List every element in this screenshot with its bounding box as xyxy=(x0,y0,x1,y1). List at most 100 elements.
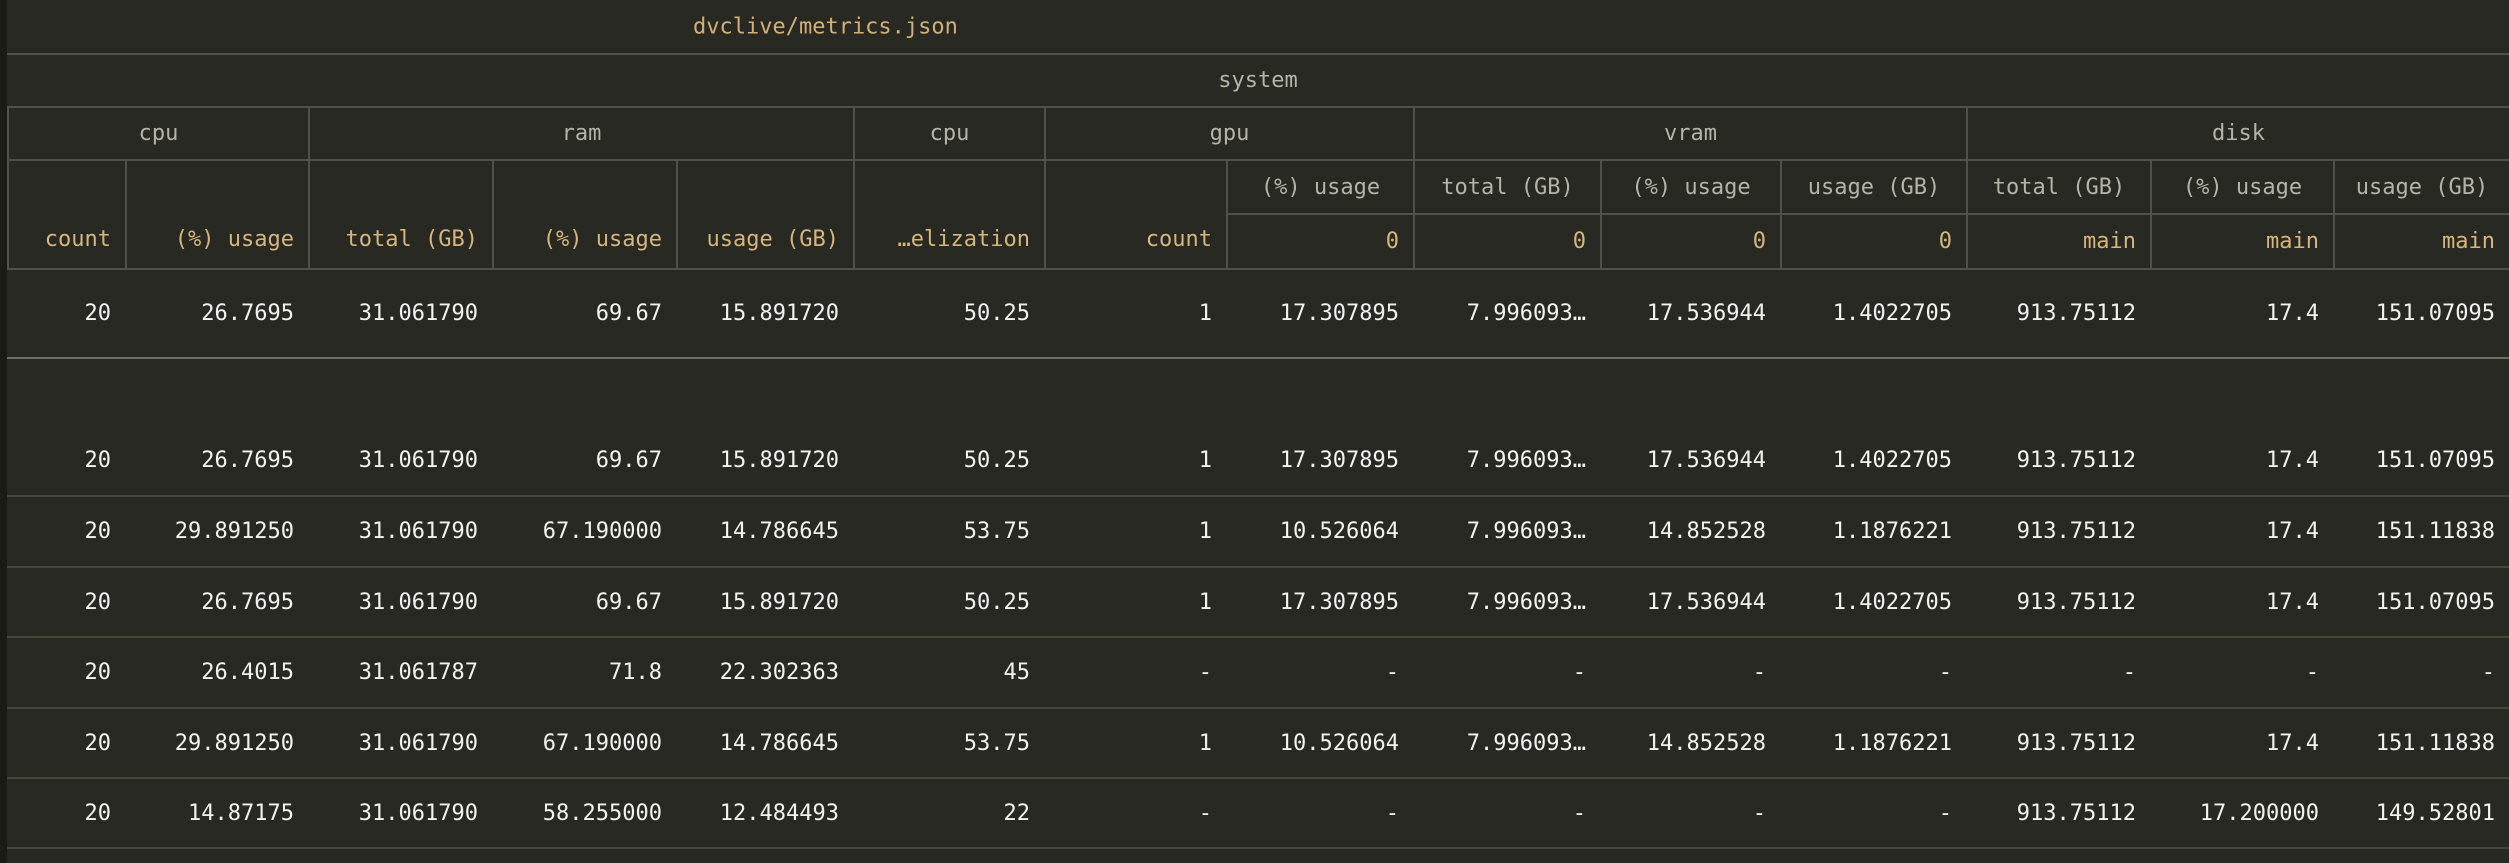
cell: 31.061790 xyxy=(308,779,492,847)
cell: 17.4 xyxy=(2150,270,2333,357)
cell: 53.75 xyxy=(853,497,1044,566)
cell: 1.4022705 xyxy=(1780,270,1966,357)
cell: 31.061790 xyxy=(308,709,492,777)
cell: 913.75112 xyxy=(1966,426,2150,495)
column-header-group: usage (GB) 0 xyxy=(1780,161,1966,268)
cell: 20 xyxy=(7,497,125,566)
cell: 913.75112 xyxy=(1966,709,2150,777)
cell: 20 xyxy=(7,709,125,777)
column-header-mid: (%) usage xyxy=(1228,161,1413,215)
table-content: dvclive/metrics.json system cpu ram cpu … xyxy=(7,0,2509,863)
column-header-leaf: 0 xyxy=(1782,215,1966,268)
cell: 26.4015 xyxy=(125,638,308,707)
cell: 17.536944 xyxy=(1600,568,1780,636)
column-header: usage (GB) xyxy=(676,161,853,268)
cell: - xyxy=(2333,638,2509,707)
cell: 1 xyxy=(1044,709,1226,777)
cell: - xyxy=(1780,779,1966,847)
cell: 913.75112 xyxy=(1966,497,2150,566)
cell: 20 xyxy=(7,426,125,495)
cell: 69.67 xyxy=(492,270,676,357)
cell: 31.061790 xyxy=(308,426,492,495)
column-header-group: (%) usage 0 xyxy=(1226,161,1413,268)
cell: 151.11838 xyxy=(2333,497,2509,566)
terminal-metrics-table: dvclive/metrics.json system cpu ram cpu … xyxy=(0,0,2509,863)
group-header-vram: vram xyxy=(1413,108,1966,159)
cell: - xyxy=(1413,779,1600,847)
cell: 1 xyxy=(1044,497,1226,566)
cell: 29.891250 xyxy=(125,709,308,777)
cell: 50.25 xyxy=(853,426,1044,495)
group-header-gpu: gpu xyxy=(1044,108,1413,159)
cell: 45 xyxy=(853,638,1044,707)
cell: 15.891720 xyxy=(676,568,853,636)
table-row: 20 26.7695 31.061790 69.67 15.891720 50.… xyxy=(7,568,2509,638)
table-row: 20 29.891250 31.061790 67.190000 14.7866… xyxy=(7,709,2509,779)
cell: 1.4022705 xyxy=(1780,426,1966,495)
cell: 1.4022705 xyxy=(1780,568,1966,636)
cell: 17.200000 xyxy=(2150,779,2333,847)
table-row-empty xyxy=(7,359,2509,426)
cell: 17.307895 xyxy=(1226,426,1413,495)
cell: 20 xyxy=(7,779,125,847)
cell: - xyxy=(1226,638,1413,707)
cell: 7.996093… xyxy=(1413,426,1600,495)
column-header: …elization xyxy=(853,161,1044,268)
cell: 17.536944 xyxy=(1600,270,1780,357)
cell: 14.786645 xyxy=(676,497,853,566)
cell: 14.786645 xyxy=(676,709,853,777)
cell: 20 xyxy=(7,638,125,707)
cell: - xyxy=(1044,638,1226,707)
cell: - xyxy=(1600,638,1780,707)
cell: 913.75112 xyxy=(1966,270,2150,357)
cell: 31.061790 xyxy=(308,270,492,357)
cell: 31.061790 xyxy=(308,497,492,566)
cell: 151.07095 xyxy=(2333,426,2509,495)
cell: 14.87175 xyxy=(125,779,308,847)
column-header-group: total (GB) main xyxy=(1966,161,2150,268)
cell: 17.4 xyxy=(2150,497,2333,566)
column-header: (%) usage xyxy=(125,161,308,268)
cell: 15.891720 xyxy=(676,426,853,495)
cell: 1 xyxy=(1044,426,1226,495)
cell: 50.25 xyxy=(853,270,1044,357)
cell: 151.07095 xyxy=(2333,568,2509,636)
table-row: 20 26.7695 31.061790 69.67 15.891720 50.… xyxy=(7,426,2509,497)
cell: 26.7695 xyxy=(125,568,308,636)
group-header-cpu2: cpu xyxy=(853,108,1044,159)
cell: 1 xyxy=(1044,568,1226,636)
cell: 10.526064 xyxy=(1226,497,1413,566)
cell: 7.996093… xyxy=(1413,270,1600,357)
cell: 29.891250 xyxy=(125,497,308,566)
column-header-leaf: 0 xyxy=(1602,215,1780,268)
cell: - xyxy=(1226,779,1413,847)
cell: 20 xyxy=(7,568,125,636)
column-header-mid: usage (GB) xyxy=(1782,161,1966,215)
column-header: count xyxy=(7,161,125,268)
cell: - xyxy=(2150,638,2333,707)
column-header: total (GB) xyxy=(308,161,492,268)
cell: 58.255000 xyxy=(492,779,676,847)
group-header-row: cpu ram cpu gpu vram disk xyxy=(7,108,2509,161)
cell: - xyxy=(1966,638,2150,707)
column-header-mid: usage (GB) xyxy=(2335,161,2509,215)
table-row: 20 29.891250 31.061790 67.190000 14.7866… xyxy=(7,497,2509,568)
cell: 14.852528 xyxy=(1600,497,1780,566)
table-left-edge xyxy=(0,0,7,863)
group-header-ram: ram xyxy=(308,108,853,159)
column-header-mid: total (GB) xyxy=(1968,161,2150,215)
cell: 15.891720 xyxy=(676,270,853,357)
cell: 17.4 xyxy=(2150,568,2333,636)
cell: 149.52801 xyxy=(2333,779,2509,847)
cell: 17.4 xyxy=(2150,426,2333,495)
column-header-group: (%) usage main xyxy=(2150,161,2333,268)
cell: 1.1876221 xyxy=(1780,497,1966,566)
cell: 1 xyxy=(1044,270,1226,357)
column-header: (%) usage xyxy=(492,161,676,268)
column-header-group: usage (GB) main xyxy=(2333,161,2509,268)
cell: 69.67 xyxy=(492,568,676,636)
cell: 10.526064 xyxy=(1226,709,1413,777)
column-header-mid: total (GB) xyxy=(1415,161,1600,215)
cell: 151.11838 xyxy=(2333,709,2509,777)
cell: 22 xyxy=(853,779,1044,847)
